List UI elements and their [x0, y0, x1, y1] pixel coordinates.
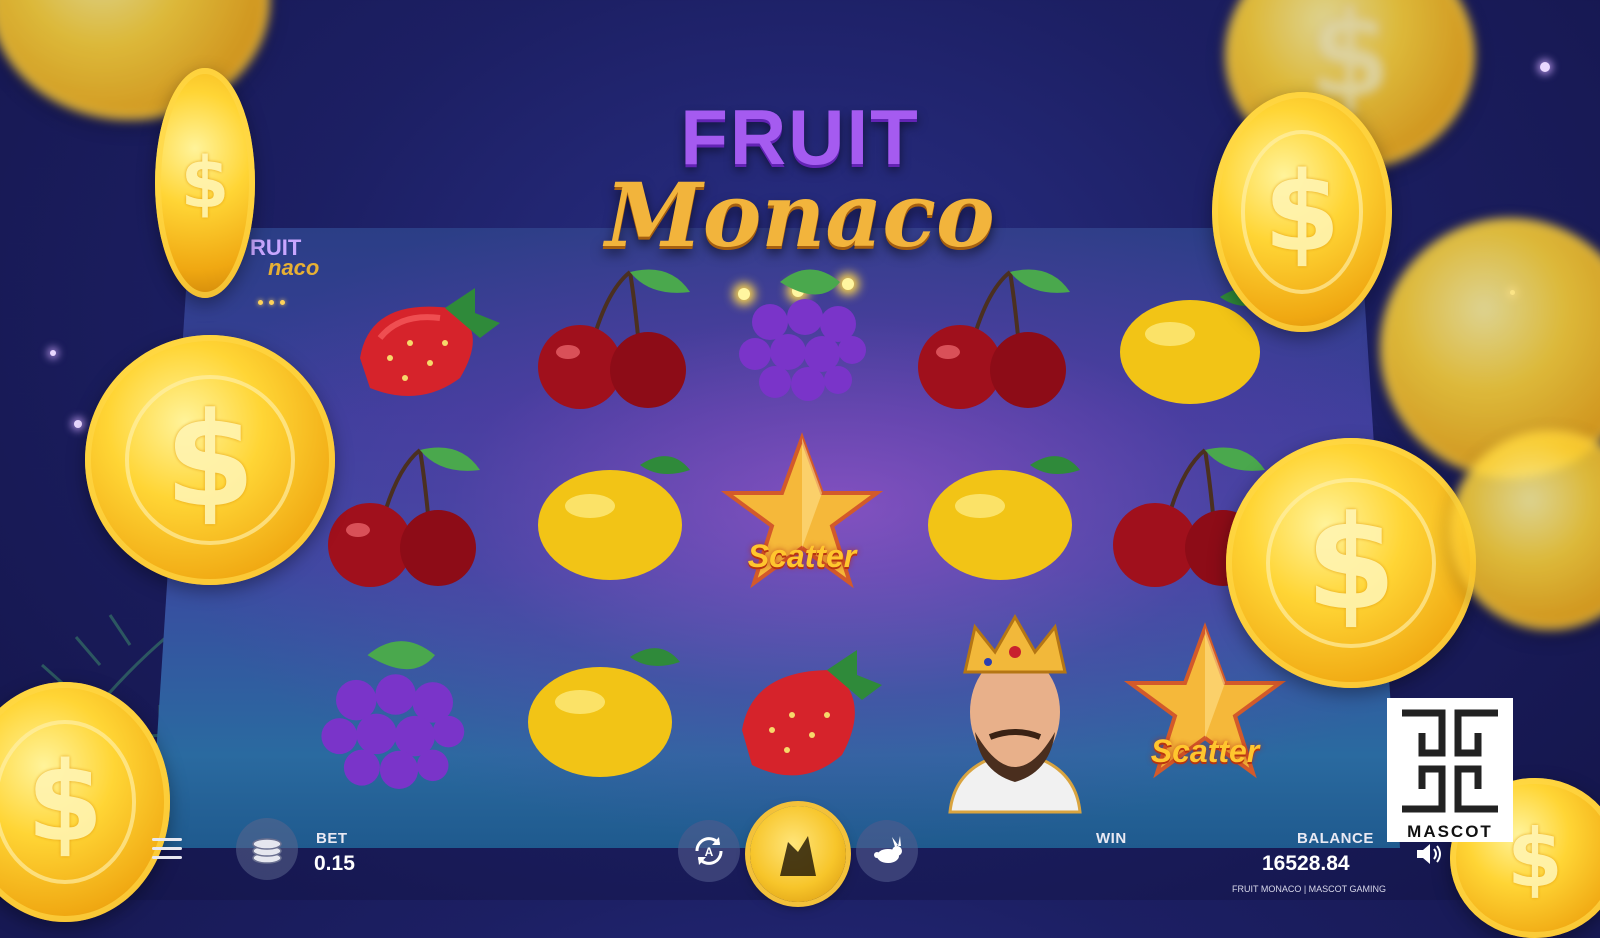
footer-credit: FRUIT MONACO | MASCOT GAMING [1232, 884, 1387, 894]
turbo-button[interactable] [856, 820, 918, 882]
symbol-lemon [920, 440, 1080, 590]
bet-value: 0.15 [314, 852, 355, 875]
mascot-logo [1387, 698, 1513, 824]
coin-decoration: $ [155, 68, 255, 298]
win-label: WIN [1096, 830, 1127, 847]
svg-text:A: A [705, 845, 714, 859]
scatter-label: Scatter [1150, 733, 1260, 769]
symbol-strawberry [722, 640, 882, 790]
symbol-grapes [720, 262, 880, 412]
symbol-scatter: Scatter [720, 432, 884, 589]
coin-stack-icon [252, 838, 282, 864]
spin-button[interactable] [750, 806, 846, 902]
balance-label: BALANCE [1297, 830, 1374, 847]
coin-decoration: $ [0, 682, 170, 922]
mini-logo-dots [258, 292, 291, 310]
rabbit-icon [874, 836, 902, 863]
symbol-lemon [530, 440, 690, 590]
coin-decoration: $ [1212, 92, 1392, 332]
balance-value: 16528.84 [1262, 852, 1350, 875]
spin-icon [780, 836, 816, 876]
symbol-cherry [530, 262, 690, 412]
mascot-logo-name: MASCOT [1387, 822, 1513, 842]
scatter-label: Scatter [747, 538, 857, 574]
bet-label: BET [316, 830, 348, 847]
symbol-strawberry [340, 268, 500, 418]
speaker-icon [1417, 844, 1441, 864]
symbol-cherry [910, 262, 1070, 412]
autoplay-icon: A [695, 837, 723, 865]
symbol-grapes [300, 632, 480, 802]
coin-decoration: $ [85, 335, 335, 585]
symbol-lemon [520, 632, 680, 782]
coin-decoration: $ [1226, 438, 1476, 688]
autoplay-button[interactable]: A [678, 820, 740, 882]
menu-button[interactable] [152, 838, 182, 865]
bet-button[interactable] [236, 818, 298, 880]
symbol-king [930, 612, 1100, 814]
symbol-cherry [320, 440, 480, 590]
